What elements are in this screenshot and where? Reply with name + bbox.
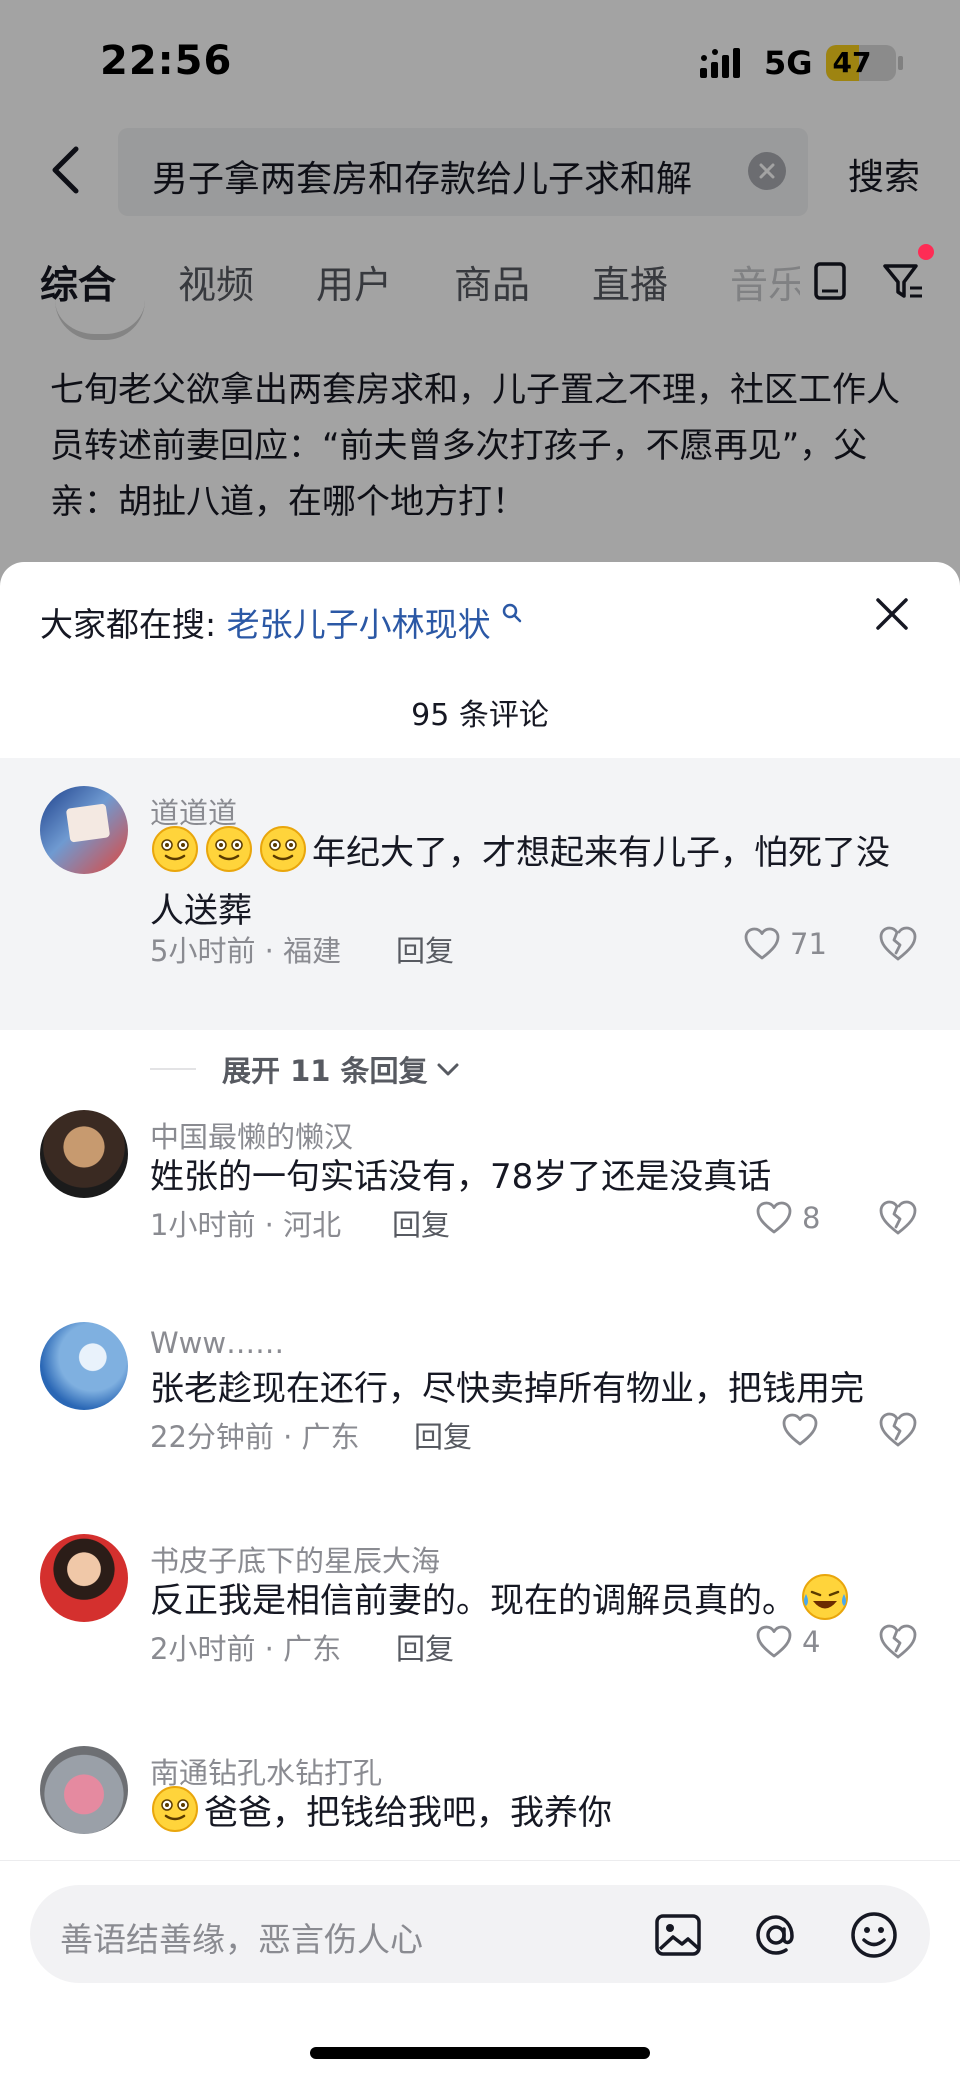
trending-link[interactable]: 老张儿子小林现状 <box>227 605 491 644</box>
dim-overlay[interactable] <box>0 0 960 600</box>
comment-input[interactable]: 善语结善缘，恶言伤人心 <box>30 1885 930 1983</box>
grin-emoji-icon <box>152 826 198 872</box>
dislike-icon[interactable] <box>876 1408 920 1452</box>
comment-placeholder: 善语结善缘，恶言伤人心 <box>60 1920 423 1959</box>
comment-item[interactable]: 南通钻孔水钻打孔 爸爸，把钱给我吧，我养你 <box>0 1746 960 1860</box>
reply-button[interactable]: 回复 <box>414 1414 472 1456</box>
avatar[interactable] <box>40 1322 128 1410</box>
avatar[interactable] <box>40 786 128 874</box>
trending-search: 大家都在搜: 老张儿子小林现状 <box>40 598 523 646</box>
comment-meta: 5小时前 · 福建 <box>150 934 342 968</box>
comment-meta: 22分钟前 · 广东 <box>150 1420 360 1454</box>
comment-text: 爸爸，把钱给我吧，我养你 <box>150 1784 900 1842</box>
like-count: 8 <box>802 1201 821 1235</box>
search-small-icon <box>502 603 522 623</box>
like-button[interactable]: 71 <box>742 924 827 964</box>
comment-list[interactable]: 道道道 年纪大了，才想起来有儿子，怕死了没人送葬 5小时前 · 福建 回复 71… <box>0 758 960 1860</box>
avatar[interactable] <box>40 1746 128 1834</box>
close-icon[interactable] <box>870 592 914 636</box>
comment-sheet: 大家都在搜: 老张儿子小林现状 95 条评论 道道道 年纪大了，才想起来有儿子，… <box>0 562 960 2078</box>
like-button[interactable]: 4 <box>754 1622 820 1662</box>
comment-input-bar: 善语结善缘，恶言伤人心 <box>0 1860 960 2078</box>
heart-icon <box>756 1625 792 1658</box>
expand-replies-button[interactable]: 展开 11 条回复 <box>150 1049 462 1089</box>
smile-emoji-icon <box>152 1786 198 1832</box>
comment-meta: 1小时前 · 河北 <box>150 1208 342 1242</box>
chevron-down-icon <box>437 1063 459 1076</box>
at-icon[interactable] <box>750 1909 802 1961</box>
heart-icon <box>782 1413 818 1446</box>
trending-label: 大家都在搜: <box>40 605 217 644</box>
comment-item[interactable]: 书皮子底下的星辰大海 反正我是相信前妻的。现在的调解员真的。 2小时前 · 广东… <box>0 1534 960 1734</box>
like-count: 4 <box>802 1625 821 1659</box>
like-count: 71 <box>790 927 827 961</box>
heart-icon <box>744 927 780 960</box>
comment-body: 爸爸，把钱给我吧，我养你 <box>204 1793 612 1833</box>
reply-button[interactable]: 回复 <box>396 1626 454 1668</box>
grin-emoji-icon <box>260 826 306 872</box>
expand-divider <box>150 1068 196 1070</box>
image-icon[interactable] <box>652 1909 704 1961</box>
dislike-icon[interactable] <box>876 1196 920 1240</box>
comment-username[interactable]: Www…… <box>150 1326 284 1360</box>
heart-icon <box>756 1201 792 1234</box>
dislike-icon[interactable] <box>876 1620 920 1664</box>
like-button[interactable] <box>780 1410 828 1450</box>
like-button[interactable]: 8 <box>754 1198 820 1238</box>
avatar[interactable] <box>40 1110 128 1198</box>
emoji-icon[interactable] <box>848 1909 900 1961</box>
avatar[interactable] <box>40 1534 128 1622</box>
reply-button[interactable]: 回复 <box>392 1202 450 1244</box>
comment-meta: 2小时前 · 广东 <box>150 1632 342 1666</box>
expand-replies-label: 展开 11 条回复 <box>222 1054 428 1088</box>
comment-item[interactable]: Www…… 张老趁现在还行，尽快卖掉所有物业，把钱用完 22分钟前 · 广东 回… <box>0 1322 960 1522</box>
comment-item[interactable]: 道道道 年纪大了，才想起来有儿子，怕死了没人送葬 5小时前 · 福建 回复 71 <box>0 758 960 1030</box>
laugh-cry-emoji-icon <box>802 1574 848 1620</box>
comment-item[interactable]: 中国最懒的懒汉 姓张的一句实话没有，78岁了还是没真话 1小时前 · 河北 回复… <box>0 1110 960 1310</box>
reply-button[interactable]: 回复 <box>396 928 454 970</box>
comment-count: 95 条评论 <box>411 698 549 733</box>
home-indicator[interactable] <box>310 2047 650 2059</box>
dislike-icon[interactable] <box>876 922 920 966</box>
comment-text: 年纪大了，才想起来有儿子，怕死了没人送葬 <box>150 824 900 940</box>
comment-body: 反正我是相信前妻的。现在的调解员真的。 <box>150 1581 796 1621</box>
grin-emoji-icon <box>206 826 252 872</box>
filter-badge <box>918 244 934 260</box>
